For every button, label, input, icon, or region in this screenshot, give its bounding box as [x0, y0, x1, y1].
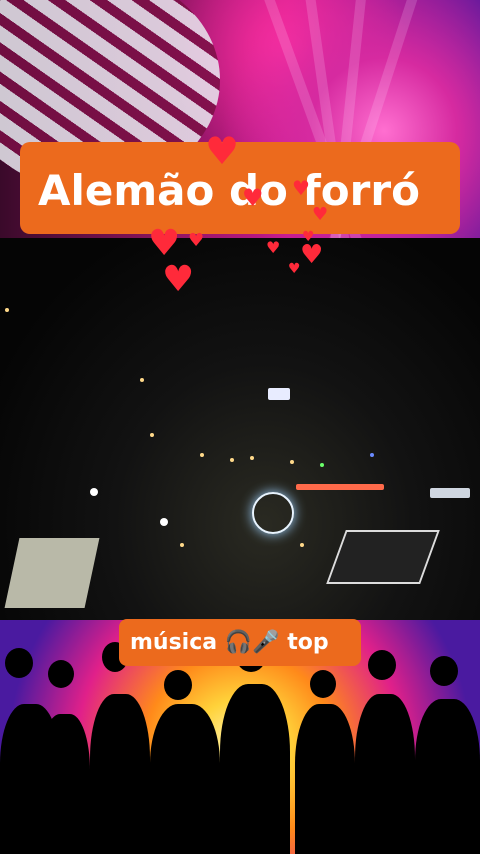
- heart-icon: ♥: [292, 176, 310, 200]
- heart-icon: ♥: [242, 184, 264, 212]
- title-text: Alemão do forró: [38, 166, 420, 215]
- subtitle-text: música 🎧🎤 top: [130, 630, 329, 655]
- heart-icon: ♥: [312, 204, 329, 225]
- heart-icon: ♥: [148, 223, 181, 264]
- heart-icon: ♥: [266, 238, 281, 257]
- heart-icon: ♥: [162, 259, 195, 300]
- heart-icon: ♥: [300, 240, 324, 270]
- heart-icon: ♥: [188, 230, 205, 251]
- heart-icon: ♥: [205, 129, 240, 173]
- white-tent: [4, 538, 100, 608]
- heart-icon: ♥: [288, 261, 301, 277]
- ferris-wheel: [252, 492, 294, 534]
- aerial-night-festival-photo: [0, 238, 480, 620]
- heart-icon: ♥: [302, 229, 315, 245]
- stage-roof: [326, 530, 440, 584]
